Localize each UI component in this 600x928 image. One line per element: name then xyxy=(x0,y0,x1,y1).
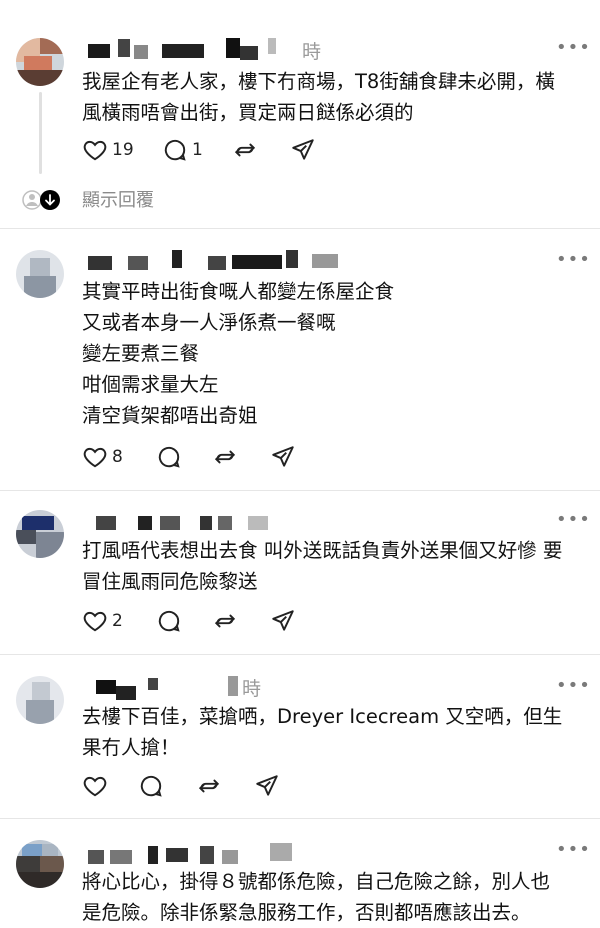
post-text: 其實平時出街食嘅人都變左係屋企食 又或者本身一人淨係煮一餐嘅 變左要煮三餐 咁個… xyxy=(82,276,394,431)
more-icon[interactable]: ••• xyxy=(556,251,591,269)
repost-button[interactable] xyxy=(232,135,258,165)
more-icon[interactable]: ••• xyxy=(556,677,591,695)
post-text-line: 我屋企有老人家，樓下冇商場，T8街舖食肆未必開，橫 xyxy=(82,70,555,93)
like-button[interactable] xyxy=(82,771,108,801)
share-button[interactable] xyxy=(270,442,296,472)
repost-icon xyxy=(198,779,220,793)
post-text: 我屋企有老人家，樓下冇商場，T8街舖食肆未必開，橫 風橫雨唔會出街，買定兩日餸係… xyxy=(82,66,555,128)
post-text-line: 打風唔代表想出去食 叫外送既話負責外送果個又好慘 要 xyxy=(82,539,563,562)
post-text: 去樓下百佳，菜搶哂，Dreyer Icecream 又空哂，但生 果冇人搶！ xyxy=(82,701,562,763)
post-text-line: 果冇人搶！ xyxy=(82,736,180,759)
share-icon xyxy=(272,446,294,467)
post-text-line: 咁個需求量大左 xyxy=(82,373,219,396)
post-text-line: 又或者本身一人淨係煮一餐嘅 xyxy=(82,311,336,334)
reply-button[interactable] xyxy=(156,606,182,636)
reply-count: 1 xyxy=(192,140,203,160)
post-text-line: 去樓下百佳，菜搶哂，Dreyer Icecream 又空哂，但生 xyxy=(82,705,563,728)
reply-button[interactable] xyxy=(138,771,164,801)
divider xyxy=(0,228,600,229)
repost-icon xyxy=(234,143,256,157)
comment-icon xyxy=(158,610,180,632)
avatar[interactable] xyxy=(16,676,64,724)
divider xyxy=(0,654,600,655)
post-text-line: 冒住風雨同危險黎送 xyxy=(82,570,258,593)
share-button[interactable] xyxy=(290,135,316,165)
like-count: 19 xyxy=(112,140,134,160)
avatar[interactable] xyxy=(16,250,64,298)
repost-button[interactable] xyxy=(212,606,238,636)
comment-icon xyxy=(140,775,162,797)
like-button[interactable]: 8 xyxy=(82,442,123,472)
repost-icon xyxy=(214,614,236,628)
more-icon[interactable]: ••• xyxy=(556,841,591,859)
show-replies[interactable] xyxy=(20,185,68,215)
reply-button[interactable]: 1 xyxy=(162,135,203,165)
post-text-line: 變左要煮三餐 xyxy=(82,342,200,365)
share-icon xyxy=(256,775,278,796)
repost-icon xyxy=(214,450,236,464)
post-text-line: 清空貨架都唔出奇姐 xyxy=(82,404,258,427)
heart-icon xyxy=(83,776,107,797)
post-text-line: 將心比心，掛得８號都係危險，自己危險之餘，別人也 xyxy=(82,870,551,893)
heart-icon xyxy=(83,447,107,468)
like-count: 2 xyxy=(112,611,123,631)
like-button[interactable]: 19 xyxy=(82,135,134,165)
post-text: 打風唔代表想出去食 叫外送既話負責外送果個又好慘 要 冒住風雨同危險黎送 xyxy=(82,535,562,597)
post-text: 將心比心，掛得８號都係危險，自己危險之餘，別人也 是危險。除非係緊急服務工作，否… xyxy=(82,866,550,928)
share-button[interactable] xyxy=(270,606,296,636)
post-text-line: 是危險。除非係緊急服務工作，否則都唔應該出去。 xyxy=(82,901,531,924)
avatar[interactable] xyxy=(16,38,64,86)
repost-button[interactable] xyxy=(212,442,238,472)
show-replies-label[interactable]: 顯示回覆 xyxy=(82,186,154,212)
post-text-line: 風橫雨唔會出街，買定兩日餸係必須的 xyxy=(82,101,414,124)
share-icon xyxy=(292,139,314,160)
divider xyxy=(0,490,600,491)
avatar[interactable] xyxy=(16,510,64,558)
post-text-line: 其實平時出街食嘅人都變左係屋企食 xyxy=(82,280,395,303)
heart-icon xyxy=(83,140,107,161)
share-button[interactable] xyxy=(254,771,280,801)
like-count: 8 xyxy=(112,447,123,467)
share-icon xyxy=(272,610,294,631)
comment-icon xyxy=(158,446,180,468)
more-icon[interactable]: ••• xyxy=(556,511,591,529)
post-time: 時 xyxy=(242,678,262,700)
like-button[interactable]: 2 xyxy=(82,606,123,636)
comment-icon xyxy=(164,139,186,161)
avatar-stack-icon xyxy=(22,190,60,210)
reply-button[interactable] xyxy=(156,442,182,472)
repost-button[interactable] xyxy=(196,771,222,801)
divider xyxy=(0,818,600,819)
heart-icon xyxy=(83,611,107,632)
more-icon[interactable]: ••• xyxy=(556,39,591,57)
post-time: 時 xyxy=(302,41,322,63)
avatar[interactable] xyxy=(16,840,64,888)
thread-line xyxy=(39,92,42,174)
